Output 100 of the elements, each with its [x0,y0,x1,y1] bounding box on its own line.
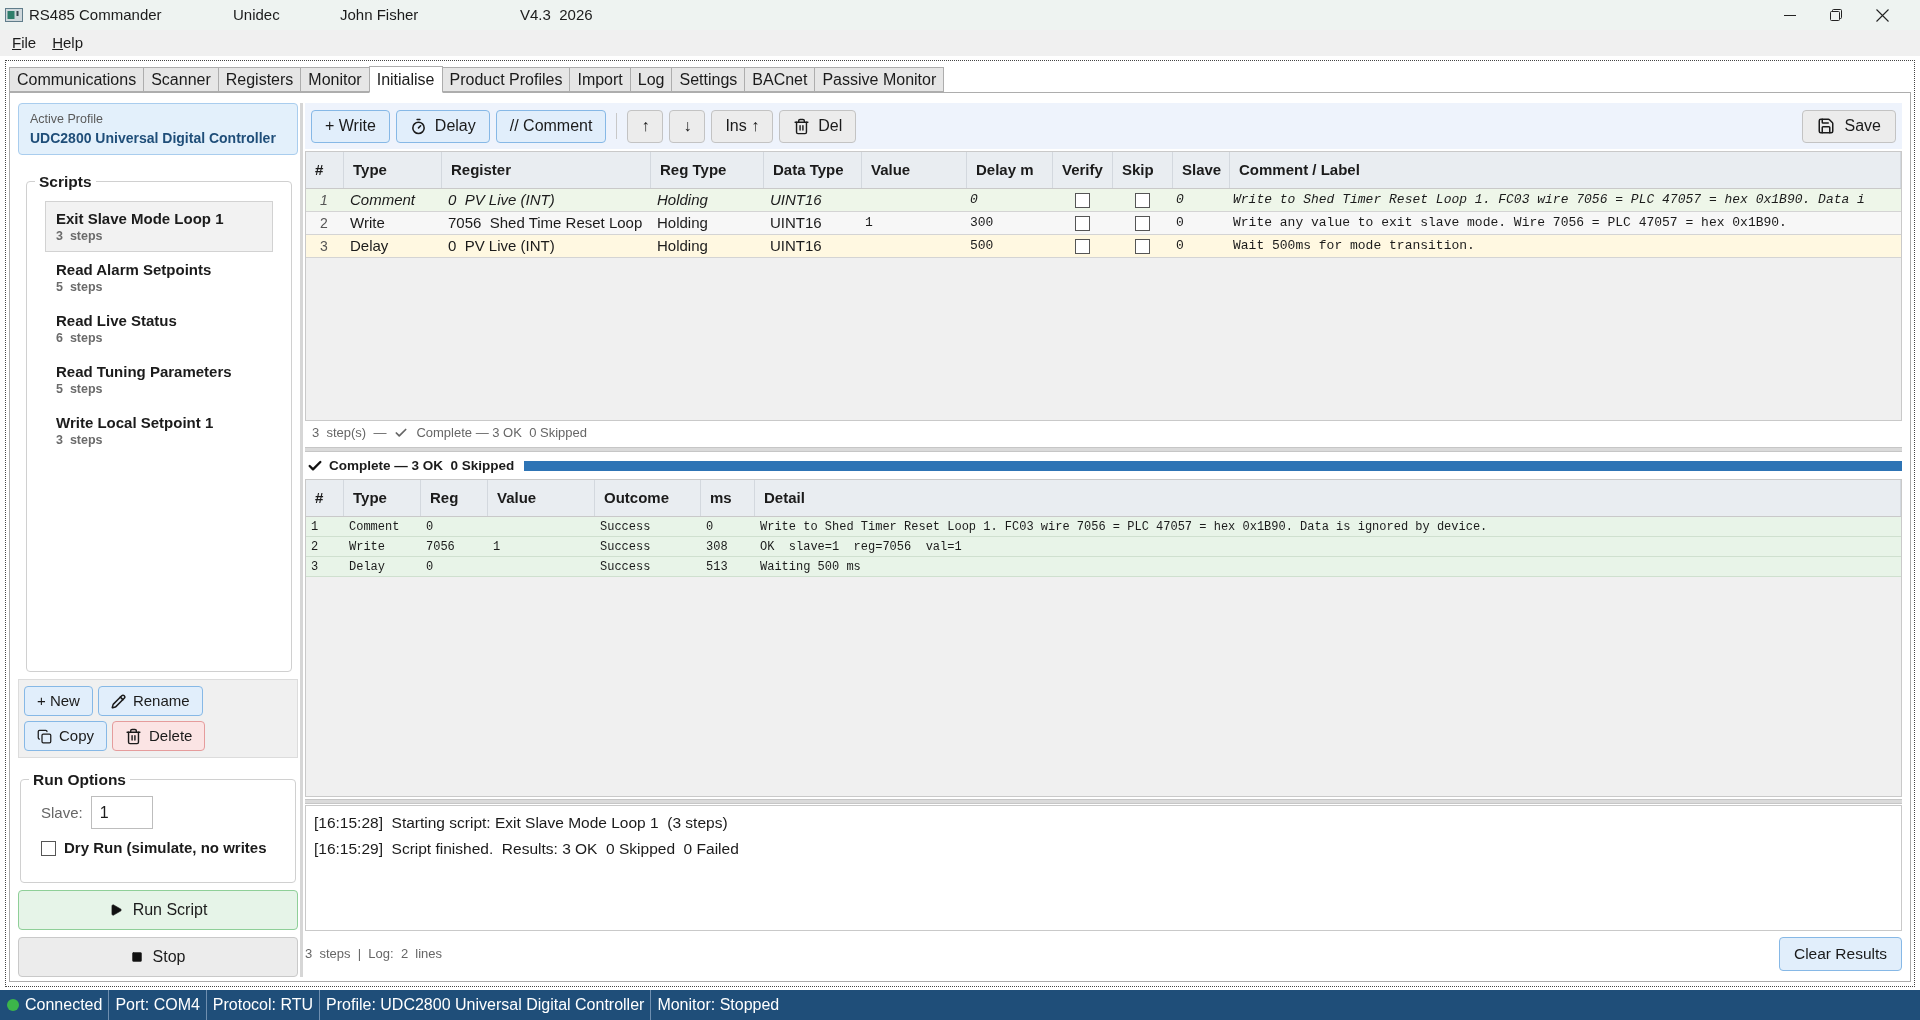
tab[interactable]: Passive Monitor [814,67,945,92]
column-header: Reg [421,480,488,516]
new-button[interactable]: + New [24,686,93,716]
copy-button[interactable]: Copy [24,721,108,751]
column-header: Type [344,152,442,188]
close-icon[interactable] [1875,8,1889,22]
table-cell-text: Write [349,212,386,233]
delay-button[interactable]: Delay [395,109,490,143]
column-header: Delay m [967,152,1053,188]
stopwatch-icon [409,117,427,135]
column-header: Outcome [595,480,701,516]
table-cell-text: UINT16 [769,235,823,256]
table-cell-text: UINT16 [769,189,823,210]
column-header: Verify [1053,152,1113,188]
delete-button[interactable]: Del [779,109,857,143]
checkbox[interactable] [1075,215,1090,231]
table-cell-text: Delay [349,235,390,256]
table-row[interactable]: 2 Write 7056 Shed Time Reset Loop Holding UINT16 1 300 0 Write any value to exit slave mode. Wire 7056 = PLC 47057 = hex 0x1B90. [306,212,1901,235]
checkbox[interactable] [1135,238,1150,254]
table-cell-text: Write any value to exit slave mode. Wire 7056 = PLC 47057 = hex 0x1B90. [1232,214,1788,233]
tab[interactable]: Initialise [368,66,443,93]
table-cell-text: 0 [969,191,979,210]
trash-icon [125,727,143,745]
column-header: # [306,480,344,516]
delete-button[interactable]: Delete [112,721,206,751]
column-header: # [306,152,344,188]
table-cell-text: Success [599,558,652,576]
stop-button[interactable]: Stop [18,937,298,977]
checkbox[interactable] [1075,192,1090,208]
table-cell-text: 1 [319,190,329,210]
table-cell-text: 2 [310,538,320,556]
tab[interactable]: Communications [9,67,145,92]
active-profile-name: UDC2800 Universal Digital Controller [30,128,277,148]
table-cell-text: 500 [969,237,995,256]
slave-input[interactable]: 1 [90,796,153,830]
table-cell-text: UINT16 [769,212,823,233]
group-title: Scripts [38,172,93,192]
table-cell-text: 0 [705,518,715,536]
checkbox[interactable] [1135,192,1150,208]
copy-icon [37,728,52,744]
table-cell-text: Comment [349,189,417,210]
status-item: Protocol: RTU [205,990,320,1020]
move-up-button[interactable]: ↑ [627,109,664,143]
comment-button[interactable]: // Comment [495,109,607,143]
column-header: Value [862,152,967,188]
table-cell-text: 0 [425,518,435,536]
status-item: Port: COM4 [108,990,206,1020]
table-cell-text: 308 [705,538,729,556]
table-cell-text: Comment [348,518,401,536]
table-cell-text: Holding [656,212,709,233]
table-cell-text: 0 PV Live (INT) [447,235,556,256]
table-row[interactable]: 1 Comment 0 PV Live (INT) Holding UINT16 0 0 Write to Shed Timer Reset Loop 1. FC03 wire 7056 = PLC 47057 = hex 0x1B90. Data i [306,189,1901,212]
tab[interactable]: Import [569,67,631,92]
tab[interactable]: Product Profiles [441,67,571,92]
tab[interactable]: Monitor [300,67,370,92]
app-title: RS485 Commander [29,4,163,25]
tab[interactable]: Registers [217,67,302,92]
check-icon [394,426,409,440]
tab[interactable]: BACnet [744,67,816,92]
save-icon [1816,117,1835,135]
group-title: Run Options [32,770,127,790]
column-header: Register [442,152,651,188]
table-cell-text: 1 [310,518,320,536]
table-cell-text: Write [348,538,386,556]
write-button[interactable]: + Write [311,109,390,143]
tab[interactable]: Settings [671,67,746,92]
run-script-button[interactable]: Run Script [18,890,298,930]
user-name: John Fisher [340,4,420,25]
minimize-icon[interactable] [1784,14,1796,16]
insert-button[interactable]: Ins ↑ [711,109,774,143]
save-button[interactable]: Save [1801,109,1896,143]
table-cell-text: Waiting 500 ms [759,558,862,576]
table-cell-text: 0 PV Live (INT) [447,189,556,210]
table-cell-text: 3 [319,236,329,256]
restore-icon[interactable] [1830,9,1842,21]
status-item: Connected [24,995,104,1015]
table-cell-text: 0 [1175,237,1185,256]
table-cell-text: Write to Shed Timer Reset Loop 1. FC03 wire 7056 = PLC 47057 = hex 0x1B90. Data is ignored by device. [759,518,1489,536]
move-down-button[interactable]: ↓ [669,109,706,143]
trash-icon [793,117,811,135]
rename-button[interactable]: Rename [97,686,203,716]
tab[interactable]: Scanner [143,67,219,92]
log-line: [16:15:29] Script finished. Results: 3 OK 0 Skipped 0 Failed [314,839,740,859]
table-cell-text: 0 [1175,191,1185,210]
table-cell-text: 1 [864,214,874,233]
pencil-icon [110,693,126,709]
table-cell-text: Holding [656,189,709,210]
table-cell-text: Wait 500ms for mode transition. [1232,237,1476,256]
table-cell-text: 0 [1175,214,1185,233]
dry-run-checkbox[interactable] [41,841,56,856]
table-row[interactable]: 3 Delay 0 PV Live (INT) Holding UINT16 500 0 Wait 500ms for mode transition. [306,235,1901,258]
table-cell-text: Success [599,518,652,536]
menu-item[interactable]: Help [52,31,84,55]
script-item[interactable]: Exit Slave Mode Loop 1 3 steps [45,201,273,253]
checkbox[interactable] [1135,215,1150,231]
tab[interactable]: Log [629,67,673,92]
menu-item[interactable]: File [12,31,37,55]
log-line: [16:15:28] Starting script: Exit Slave Mode Loop 1 (3 steps) [314,813,729,833]
clear-results-button[interactable]: Clear Results [1778,937,1902,971]
checkbox[interactable] [1075,238,1090,254]
